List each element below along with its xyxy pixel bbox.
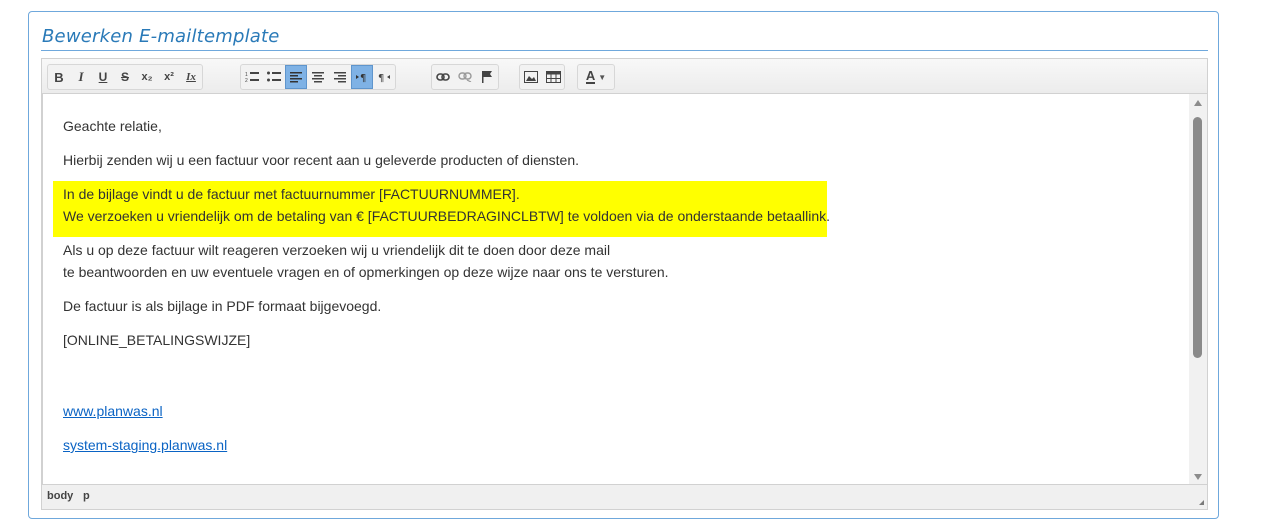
rtl-icon: ¶ bbox=[378, 73, 390, 83]
chevron-down-icon: ▼ bbox=[598, 72, 607, 82]
vertical-scrollbar[interactable] bbox=[1189, 94, 1207, 486]
italic-icon: I bbox=[78, 69, 84, 84]
remove-format-button[interactable]: Ix bbox=[180, 65, 202, 89]
image-icon bbox=[524, 71, 538, 83]
editor-statusbar: body p bbox=[42, 484, 1207, 509]
scroll-thumb[interactable] bbox=[1193, 117, 1202, 358]
superscript-button[interactable]: x² bbox=[158, 65, 180, 89]
numbered-list-icon: 12 bbox=[245, 72, 259, 83]
text-color-button[interactable]: A ▼ bbox=[578, 65, 614, 89]
scroll-down-arrow-icon[interactable] bbox=[1194, 474, 1202, 480]
path-item-p[interactable]: p bbox=[83, 490, 90, 502]
email-template-panel: Bewerken E-mailtemplate B I U S x₂ x² Ix… bbox=[28, 11, 1219, 519]
editor-content-area[interactable]: Geachte relatie, Hierbij zenden wij u ee… bbox=[42, 94, 1189, 486]
subscript-button[interactable]: x₂ bbox=[136, 65, 158, 89]
intro-text: Hierbij zenden wij u een factuur voor re… bbox=[63, 152, 579, 168]
svg-text:¶: ¶ bbox=[360, 73, 366, 83]
toolbar-group-color: A ▼ bbox=[577, 64, 615, 90]
align-right-button[interactable] bbox=[329, 65, 351, 89]
path-item-body[interactable]: body bbox=[47, 490, 73, 502]
numbered-list-button[interactable]: 12 bbox=[241, 65, 263, 89]
toolbar-group-paragraph: 12 ¶ ¶ bbox=[240, 64, 396, 90]
image-button[interactable] bbox=[520, 65, 542, 89]
reply-line-1: Als u op deze factuur wilt reageren verz… bbox=[63, 242, 611, 258]
text-color-icon: A bbox=[585, 68, 596, 84]
title-divider bbox=[41, 50, 1208, 51]
toolbar-group-links bbox=[431, 64, 499, 90]
svg-text:2: 2 bbox=[245, 78, 248, 83]
superscript-icon: x² bbox=[164, 71, 174, 83]
italic-button[interactable]: I bbox=[70, 65, 92, 89]
editor-toolbar: B I U S x₂ x² Ix 12 ¶ ¶ A ▼ bbox=[42, 59, 1207, 94]
bulleted-list-button[interactable] bbox=[263, 65, 285, 89]
rich-text-editor[interactable]: B I U S x₂ x² Ix 12 ¶ ¶ A ▼ Geachte rela… bbox=[41, 58, 1208, 510]
align-center-icon bbox=[312, 72, 324, 83]
staging-link[interactable]: system-staging.planwas.nl bbox=[63, 437, 227, 453]
svg-text:¶: ¶ bbox=[378, 73, 384, 83]
table-icon bbox=[545, 71, 561, 83]
align-right-icon bbox=[334, 72, 346, 83]
align-left-icon bbox=[290, 72, 302, 83]
table-button[interactable] bbox=[542, 65, 564, 89]
ltr-icon: ¶ bbox=[356, 73, 366, 83]
subscript-icon: x₂ bbox=[141, 71, 153, 83]
strikethrough-button[interactable]: S bbox=[114, 65, 136, 89]
toolbar-group-text-style: B I U S x₂ x² Ix bbox=[47, 64, 203, 90]
underline-button[interactable]: U bbox=[92, 65, 114, 89]
strikethrough-icon: S bbox=[120, 70, 129, 84]
align-center-button[interactable] bbox=[307, 65, 329, 89]
ltr-button[interactable]: ¶ bbox=[351, 65, 373, 89]
reply-line-2: te beantwoorden en uw eventuele vragen e… bbox=[63, 264, 669, 280]
bold-icon: B bbox=[54, 69, 64, 85]
rtl-button[interactable]: ¶ bbox=[373, 65, 395, 89]
unlink-icon bbox=[458, 72, 472, 82]
bold-button[interactable]: B bbox=[48, 65, 70, 89]
greeting-text: Geachte relatie, bbox=[63, 118, 162, 134]
align-left-button[interactable] bbox=[285, 65, 307, 89]
anchor-icon bbox=[482, 71, 492, 83]
underline-icon: U bbox=[98, 70, 108, 84]
anchor-button[interactable] bbox=[476, 65, 498, 89]
highlight-line-1: In de bijlage vindt u de factuur met fac… bbox=[63, 186, 520, 202]
payment-placeholder: [ONLINE_BETALINGSWIJZE] bbox=[63, 332, 251, 348]
attachment-text: De factuur is als bijlage in PDF formaat… bbox=[63, 298, 382, 314]
remove-format-icon: Ix bbox=[186, 71, 196, 83]
resize-handle-icon[interactable] bbox=[1199, 500, 1204, 505]
bulleted-list-icon bbox=[267, 71, 281, 82]
link-icon bbox=[436, 73, 450, 81]
highlight-line-2: We verzoeken u vriendelijk om de betalin… bbox=[63, 208, 831, 224]
scroll-up-arrow-icon[interactable] bbox=[1194, 100, 1202, 106]
toolbar-group-media bbox=[519, 64, 565, 90]
link-button[interactable] bbox=[432, 65, 454, 89]
panel-title: Bewerken E-mailtemplate bbox=[42, 26, 280, 47]
website-link[interactable]: www.planwas.nl bbox=[63, 403, 163, 419]
unlink-button[interactable] bbox=[454, 65, 476, 89]
